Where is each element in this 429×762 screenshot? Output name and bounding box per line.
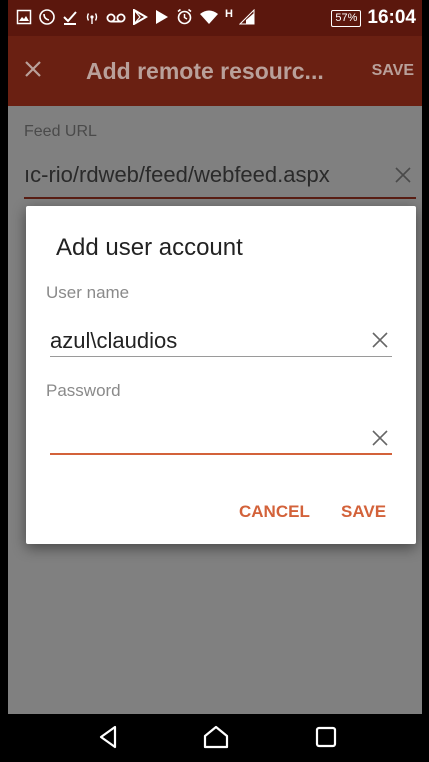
password-label: Password	[46, 381, 121, 400]
username-input[interactable]: azul\claudios	[50, 328, 177, 354]
close-icon[interactable]	[24, 57, 54, 85]
password-input[interactable]	[50, 426, 350, 452]
back-icon[interactable]	[96, 724, 120, 755]
play-store-icon	[132, 7, 148, 28]
alarm-icon	[176, 8, 193, 28]
feed-url-value: ıc-rio/rdweb/feed/webfeed.aspx	[24, 162, 330, 187]
app-bar-save-button[interactable]: SAVE	[372, 62, 414, 80]
dialog-title: Add user account	[56, 234, 243, 261]
password-clear-icon[interactable]	[371, 426, 389, 454]
add-user-account-dialog: Add user account User name azul\claudios…	[26, 206, 416, 544]
dialog-save-button[interactable]: SAVE	[341, 502, 386, 522]
network-type-label: H	[225, 7, 233, 20]
gallery-icon	[16, 9, 32, 28]
clock: 16:04	[367, 7, 416, 28]
username-label: User name	[46, 283, 130, 302]
navigation-bar	[8, 714, 422, 762]
battery-indicator: 57%	[331, 9, 362, 27]
username-value: azul\claudios	[50, 328, 178, 353]
password-underline	[50, 453, 392, 455]
recents-icon[interactable]	[313, 724, 339, 755]
page-title: Add remote resourc...	[86, 57, 324, 84]
voicemail-icon	[106, 10, 126, 27]
home-icon[interactable]	[202, 724, 230, 755]
feed-url-label: Feed URL	[24, 123, 97, 140]
username-clear-icon[interactable]	[371, 328, 389, 356]
whatsapp-icon	[38, 8, 56, 29]
status-right: 57% 16:04	[331, 7, 422, 29]
username-underline	[50, 356, 392, 357]
feed-url-clear-icon[interactable]	[394, 162, 412, 190]
feed-url-underline	[24, 197, 416, 199]
hotspot-icon	[84, 9, 100, 28]
wifi-icon	[199, 9, 219, 28]
signal-icon	[238, 8, 255, 28]
notification-icons: H	[8, 7, 331, 29]
screen: H 57% 16:04 Add remote resourc... SAVE F…	[8, 0, 422, 762]
play-icon	[154, 9, 170, 28]
app-bar: Add remote resourc... SAVE	[8, 36, 422, 106]
cancel-button[interactable]: CANCEL	[239, 502, 310, 522]
download-done-icon	[62, 9, 78, 28]
status-bar: H 57% 16:04	[8, 0, 422, 36]
feed-url-input[interactable]: ıc-rio/rdweb/feed/webfeed.aspx	[24, 162, 392, 188]
